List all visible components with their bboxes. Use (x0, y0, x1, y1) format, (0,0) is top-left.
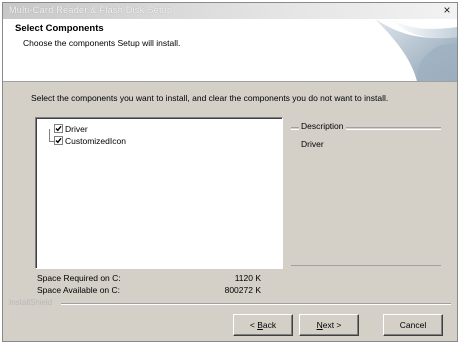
bottom-separator (61, 303, 451, 305)
description-legend: Description (299, 121, 346, 131)
close-icon[interactable]: × (440, 4, 454, 17)
header-panel: Select Components Choose the components … (3, 19, 457, 82)
setup-dialog: Multi-Card Reader & Flash Disk Setup × S… (2, 2, 458, 342)
component-item-customizedicon[interactable]: CustomizedIcon (54, 136, 126, 148)
title-bar[interactable]: Multi-Card Reader & Flash Disk Setup × (3, 3, 457, 19)
cancel-button[interactable]: Cancel (383, 314, 443, 336)
space-available-label: Space Available on C: (37, 285, 121, 295)
next-button[interactable]: Next > (299, 314, 359, 336)
window-title: Multi-Card Reader & Flash Disk Setup (9, 5, 173, 15)
description-group: Description Driver (291, 121, 441, 266)
page-title: Select Components (15, 23, 104, 34)
components-list[interactable]: Driver CustomizedIcon (35, 117, 283, 269)
checkbox-checked-icon[interactable] (54, 136, 63, 145)
installshield-brand: InstallShield (9, 298, 53, 307)
space-required-value: 1120 K (234, 273, 261, 283)
next-label: ext > (322, 320, 342, 330)
tree-connector (49, 129, 50, 141)
description-divider (291, 265, 441, 267)
space-available-value: 800272 K (224, 285, 261, 295)
instructions-text: Select the components you want to instal… (31, 93, 389, 103)
space-required-label: Space Required on C: (37, 273, 121, 283)
component-item-driver[interactable]: Driver (54, 124, 88, 136)
setup-banner-graphic (375, 19, 457, 81)
description-text: Driver (301, 139, 324, 149)
component-label: CustomizedIcon (65, 136, 126, 146)
component-label: Driver (65, 124, 88, 134)
back-button[interactable]: < Back (233, 314, 293, 336)
page-subtitle: Choose the components Setup will install… (23, 38, 181, 48)
back-label: ack (262, 320, 277, 330)
checkbox-checked-icon[interactable] (54, 124, 63, 133)
